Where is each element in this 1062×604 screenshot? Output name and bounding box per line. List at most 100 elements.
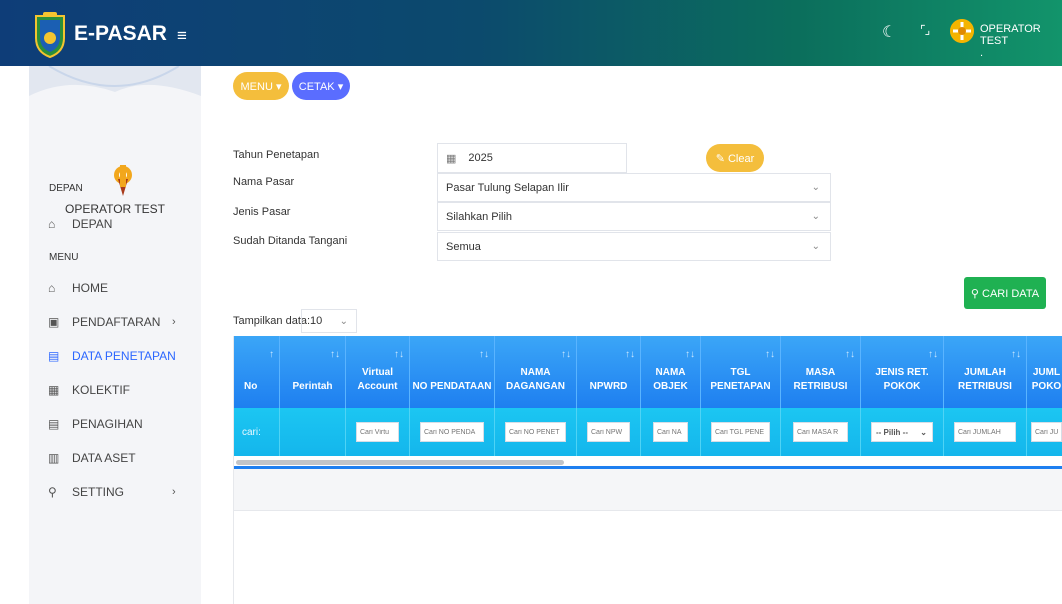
filter-cell-nama-dagangan: [495, 408, 577, 456]
hamburger-menu-icon[interactable]: ≡: [177, 26, 187, 46]
column-label: Perintah: [292, 381, 333, 392]
caret-down-icon: ▾: [337, 80, 344, 93]
column-header-nama-objek[interactable]: NAMA OBJEK ↑↓: [641, 336, 701, 408]
menu-dropdown-button[interactable]: MENU ▾: [233, 72, 289, 100]
filter-cell-perintah: [280, 408, 346, 456]
search-icon: ⚲: [970, 287, 979, 300]
wrench-icon: ⚲: [48, 485, 57, 499]
chevron-down-icon: ⌄: [920, 427, 927, 437]
filter-no-pendataan-input[interactable]: [420, 422, 484, 442]
cetak-button-label: CETAK: [298, 80, 335, 93]
sidebar-item-kolektif[interactable]: ▦ KOLEKTIF: [48, 380, 198, 400]
sidebar-item-label: HOME: [72, 281, 108, 295]
fullscreen-icon[interactable]: ⌜⌟: [920, 23, 930, 37]
chevron-down-icon: ⌄: [811, 241, 820, 252]
filter-cell-virtual-account: [346, 408, 410, 456]
sort-icon: ↑↓: [561, 349, 571, 360]
column-label: NPWRD: [589, 381, 628, 392]
dark-mode-icon[interactable]: ☾: [882, 22, 896, 42]
show-entries-select[interactable]: 10 ⌄: [301, 309, 357, 333]
chevron-down-icon: ⌄: [339, 315, 348, 327]
sidebar-logo: [114, 165, 132, 196]
sidebar-item-data-penetapan[interactable]: ▤ DATA PENETAPAN: [48, 346, 198, 366]
table-filter-row: cari: -- Pilih -- ⌄: [234, 408, 1062, 456]
show-entries-value: 10: [310, 315, 323, 327]
chevron-right-icon: ›: [172, 486, 176, 498]
column-label: JUML POKO: [1031, 367, 1062, 392]
column-label: NAMA DAGANGAN: [506, 367, 565, 392]
ditanda-tangani-select[interactable]: Semua ⌄: [437, 232, 831, 261]
filter-cell-npwrd: [577, 408, 641, 456]
filter-nama-dagangan-input[interactable]: [505, 422, 566, 442]
jenis-pasar-value: Silahkan Pilih: [446, 210, 513, 223]
column-header-jumlah-retribusi[interactable]: JUMLAH RETRIBUSI ↑↓: [944, 336, 1027, 408]
column-header-perintah[interactable]: Perintah ↑↓: [280, 336, 346, 408]
nama-pasar-value: Pasar Tulung Selapan Ilir: [446, 181, 569, 194]
filter-tgl-penetapan-input[interactable]: [711, 422, 770, 442]
filter-jumlah-pokok-input[interactable]: [1031, 422, 1062, 442]
register-icon: ▣: [48, 315, 60, 329]
user-name[interactable]: OPERATOR TEST .: [980, 23, 1062, 59]
document-icon: ▥: [48, 451, 60, 465]
sort-icon: ↑↓: [765, 349, 775, 360]
regency-emblem-logo: [35, 12, 65, 58]
nama-pasar-select[interactable]: Pasar Tulung Selapan Ilir ⌄: [437, 173, 831, 202]
filter-virtual-account-input[interactable]: [356, 422, 399, 442]
chevron-down-icon: ⌄: [811, 211, 820, 222]
home-outline-icon: ⌂: [48, 217, 56, 231]
column-header-jenis-ret-pokok[interactable]: JENIS RET. POKOK ↑↓: [861, 336, 944, 408]
sidebar-item-data-aset[interactable]: ▥ DATA ASET: [48, 448, 198, 468]
sidebar-item-depan[interactable]: ⌂ DEPAN: [48, 214, 198, 234]
menu-button-label: MENU: [240, 80, 273, 93]
sidebar-item-label: PENDAFTARAN: [72, 315, 161, 329]
column-header-no[interactable]: No ↑: [234, 336, 280, 408]
sort-icon: ↑↓: [625, 349, 635, 360]
column-label: NO PENDATAAN: [412, 381, 492, 392]
scrollbar-thumb[interactable]: [236, 460, 564, 465]
sidebar-item-home[interactable]: ⌂ HOME: [48, 278, 198, 298]
caret-down-icon: ▾: [275, 80, 282, 93]
cari-data-label: CARI DATA: [982, 287, 1040, 300]
column-header-nama-dagangan[interactable]: NAMA DAGANGAN ↑↓: [495, 336, 577, 408]
table-empty-row: [234, 469, 1062, 511]
filter-nama-objek-input[interactable]: [653, 422, 688, 442]
sidebar-item-pendaftaran[interactable]: ▣ PENDAFTARAN ›: [48, 312, 198, 332]
clear-button[interactable]: ✎ Clear: [706, 144, 764, 172]
sidebar-item-penagihan[interactable]: ▤ PENAGIHAN: [48, 414, 198, 434]
sidebar-item-setting[interactable]: ⚲ SETTING ›: [48, 482, 198, 502]
sort-icon: ↑↓: [394, 349, 404, 360]
sort-icon: ↑↓: [1011, 349, 1021, 360]
calendar-icon: ▤: [48, 349, 60, 363]
column-header-npwrd[interactable]: NPWRD ↑↓: [577, 336, 641, 408]
sort-icon: ↑: [269, 349, 274, 360]
penetapan-table: No ↑ Perintah ↑↓ Virtual Account ↑↓ NO PEND…: [233, 336, 1062, 604]
table-header-row: No ↑ Perintah ↑↓ Virtual Account ↑↓ NO PEND…: [234, 336, 1062, 408]
app-title: E-PASAR: [74, 22, 167, 45]
column-header-masa-retribusi[interactable]: MASA RETRIBUSI ↑↓: [781, 336, 861, 408]
sidebar-item-label: DATA PENETAPAN: [72, 349, 176, 363]
column-header-tgl-penetapan[interactable]: TGL PENETAPAN ↑↓: [701, 336, 781, 408]
user-avatar-icon[interactable]: [950, 19, 974, 43]
column-header-no-pendataan[interactable]: NO PENDATAAN ↑↓: [410, 336, 495, 408]
filter-jenis-ret-select[interactable]: -- Pilih -- ⌄: [871, 422, 933, 442]
clear-button-label: Clear: [727, 152, 755, 165]
cetak-dropdown-button[interactable]: CETAK ▾: [292, 72, 350, 100]
column-label: Virtual Account: [357, 367, 398, 392]
column-label: JENIS RET. POKOK: [875, 367, 929, 392]
filter-jumlah-retribusi-input[interactable]: [954, 422, 1016, 442]
tahun-penetapan-input[interactable]: ▦ 2025: [437, 143, 627, 173]
section-depan: DEPAN: [49, 183, 83, 194]
sort-icon: ↑↓: [845, 349, 855, 360]
printer-icon: ▦: [48, 383, 60, 397]
filter-npwrd-input[interactable]: [587, 422, 630, 442]
cari-data-button[interactable]: ⚲ CARI DATA: [964, 277, 1046, 309]
calendar-icon: ▤: [48, 417, 60, 431]
column-label: No: [244, 381, 258, 392]
tahun-penetapan-label: Tahun Penetapan: [233, 149, 320, 161]
jenis-pasar-select[interactable]: Silahkan Pilih ⌄: [437, 202, 831, 231]
filter-cell-jumlah-pokok: [1027, 408, 1062, 456]
filter-masa-retribusi-input[interactable]: [793, 422, 848, 442]
filter-select-value: -- Pilih --: [876, 427, 908, 437]
column-header-virtual-account[interactable]: Virtual Account ↑↓: [346, 336, 410, 408]
column-header-jumlah-pokok[interactable]: JUML POKO: [1027, 336, 1062, 408]
